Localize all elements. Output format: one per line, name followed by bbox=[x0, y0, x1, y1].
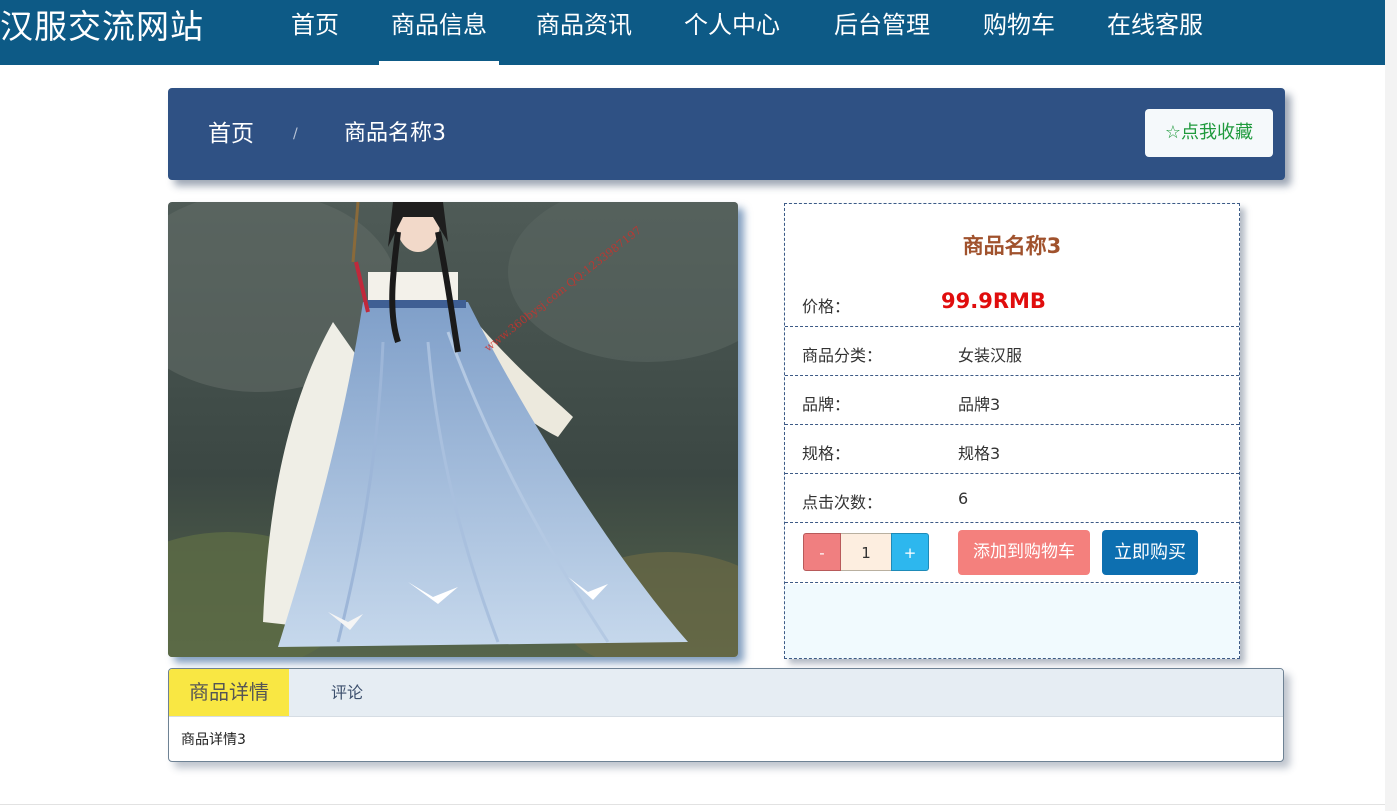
breadcrumb: 首页 / 商品名称3 ☆点我收藏 bbox=[168, 88, 1285, 180]
nav-item-admin[interactable]: 后台管理 bbox=[834, 0, 930, 65]
quantity-increment-button[interactable]: + bbox=[891, 533, 929, 571]
quantity-input[interactable]: 1 bbox=[841, 533, 891, 571]
row-divider bbox=[785, 522, 1239, 523]
row-divider bbox=[785, 582, 1239, 583]
row-divider bbox=[785, 424, 1239, 425]
favorite-button[interactable]: ☆点我收藏 bbox=[1145, 109, 1273, 157]
price-value: 99.9RMB bbox=[941, 289, 1046, 313]
page-divider bbox=[0, 804, 1385, 805]
site-title: 汉服交流网站 bbox=[0, 7, 204, 46]
product-detail-tabs: 商品详情 评论 商品详情3 bbox=[168, 668, 1284, 762]
tab-product-details[interactable]: 商品详情 bbox=[169, 669, 289, 716]
brand-value: 品牌3 bbox=[958, 395, 1001, 414]
tab-header: 商品详情 评论 bbox=[169, 669, 1283, 717]
buy-now-button[interactable]: 立即购买 bbox=[1102, 530, 1198, 575]
top-navigation-bar: 汉服交流网站 首页 商品信息 商品资讯 个人中心 后台管理 购物车 在线客服 bbox=[0, 0, 1397, 65]
product-info-panel: 商品名称3 价格： 99.9RMB 商品分类： 女装汉服 品牌： 品牌3 规格：… bbox=[784, 203, 1240, 659]
tab-comments[interactable]: 评论 bbox=[319, 669, 375, 716]
breadcrumb-current: 商品名称3 bbox=[344, 121, 446, 146]
brand-label: 品牌： bbox=[802, 395, 851, 414]
breadcrumb-home-link[interactable]: 首页 bbox=[208, 88, 254, 180]
category-label: 商品分类： bbox=[802, 346, 883, 365]
price-label: 价格： bbox=[802, 297, 851, 316]
clicks-value: 6 bbox=[958, 489, 969, 508]
nav-item-home[interactable]: 首页 bbox=[291, 0, 339, 65]
spec-value: 规格3 bbox=[958, 444, 1001, 463]
nav-item-cart[interactable]: 购物车 bbox=[983, 0, 1055, 65]
add-to-cart-button[interactable]: 添加到购物车 bbox=[958, 530, 1090, 575]
row-divider bbox=[785, 375, 1239, 376]
quantity-decrement-button[interactable]: - bbox=[803, 533, 841, 571]
nav-item-customer-service[interactable]: 在线客服 bbox=[1107, 0, 1203, 65]
tab-content-text: 商品详情3 bbox=[181, 732, 246, 748]
info-table bbox=[785, 204, 1239, 584]
breadcrumb-separator: / bbox=[293, 126, 298, 142]
row-divider bbox=[785, 473, 1239, 474]
product-image: www.360bysj.com QQ:1233987197 bbox=[168, 202, 738, 657]
page-scrollbar[interactable] bbox=[1385, 0, 1397, 811]
clicks-label: 点击次数： bbox=[802, 493, 883, 512]
row-divider bbox=[785, 326, 1239, 327]
nav-item-news[interactable]: 商品资讯 bbox=[536, 0, 632, 65]
product-title: 商品名称3 bbox=[962, 234, 1062, 258]
nav-item-products[interactable]: 商品信息 bbox=[379, 0, 499, 65]
spec-label: 规格： bbox=[802, 444, 851, 463]
nav-item-personal-center[interactable]: 个人中心 bbox=[684, 0, 780, 65]
category-value: 女装汉服 bbox=[958, 346, 1023, 365]
